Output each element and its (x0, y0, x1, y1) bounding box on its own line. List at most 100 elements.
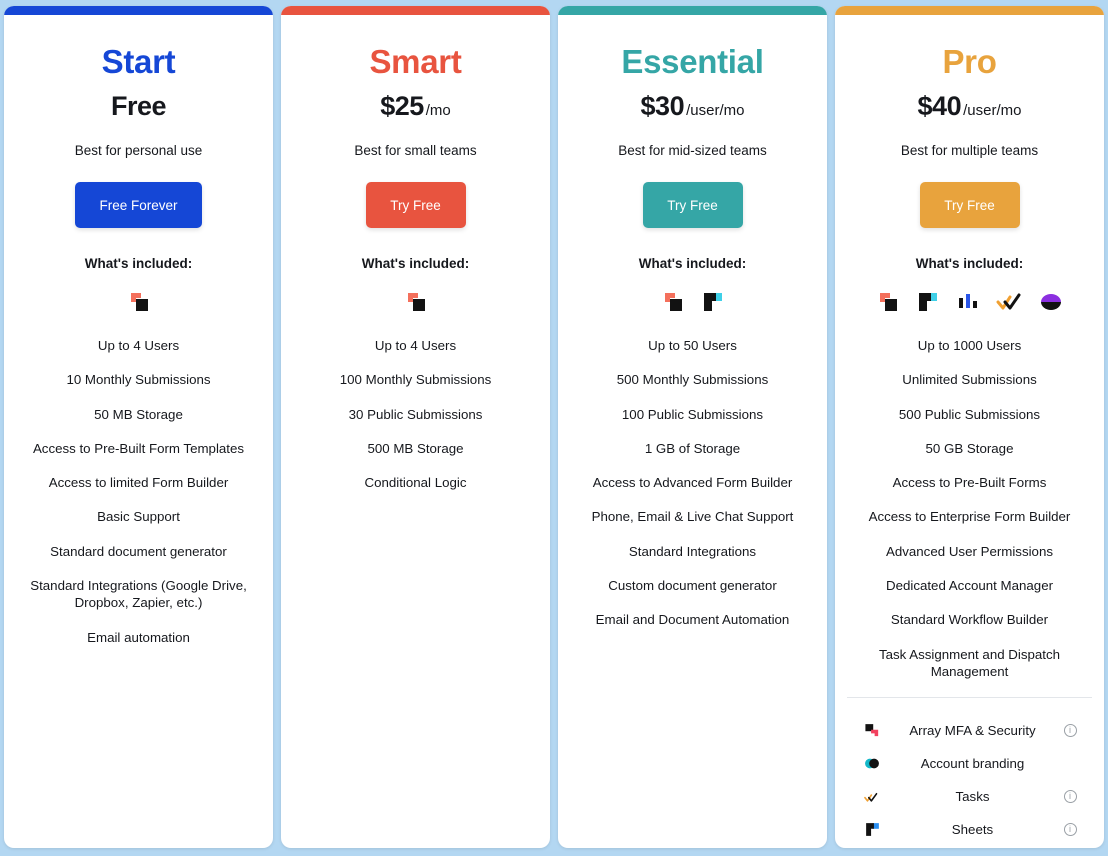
documents-icon (700, 289, 726, 315)
tasks-icon (995, 289, 1023, 315)
forms-icon (875, 289, 901, 315)
plan-feature-item: Email and Document Automation (595, 612, 790, 628)
plan-feature-item: Up to 4 Users (97, 338, 180, 353)
plan-feature-list: Up to 1000 Users Unlimited Submissions 500… (849, 337, 1090, 697)
plan-feature-item: Up to 4 Users (374, 338, 457, 353)
plan-cta-wrap: Try Free (849, 182, 1090, 228)
info-icon[interactable]: i (1063, 790, 1077, 804)
plan-feature-item: 100 Public Submissions (621, 406, 764, 422)
plan-feature-item: Phone, Email & Live Chat Support (591, 509, 794, 525)
addon-icon-cell (855, 755, 889, 772)
plan-feature-item: 10 Monthly Submissions (66, 372, 211, 388)
plan-card-start: Start Free Best for personal use Free Forev… (4, 6, 273, 848)
plan-feature-item: Custom document generator (608, 577, 777, 593)
plan-name: Essential (621, 43, 764, 80)
layout-spacer (295, 508, 536, 848)
addon-label: Sheets (951, 822, 994, 838)
addon-label: Array MFA & Security (909, 723, 1036, 739)
plan-price-amount: Free (110, 91, 167, 121)
plan-product-icons (572, 287, 813, 317)
whats-included-label: What's included: (638, 256, 747, 271)
plan-feature-list: Up to 4 Users 100 Monthly Submissions 30 P… (295, 337, 536, 508)
mfa-security-icon (864, 722, 881, 739)
plan-accent-bar (281, 6, 550, 15)
addon-info-cell: i (1056, 757, 1084, 770)
forms-icon (660, 289, 686, 315)
info-icon[interactable]: i (1063, 724, 1077, 738)
plan-accent-bar (558, 6, 827, 15)
plan-feature-item: 100 Monthly Submissions (339, 372, 492, 388)
plan-card-body: Start Free Best for personal use Free Forev… (4, 15, 273, 848)
layout-spacer (18, 663, 259, 848)
plan-cta-button-pro[interactable]: Try Free (919, 182, 1020, 228)
plan-price-period: /user/mo (963, 102, 1022, 119)
addon-row[interactable]: Array MFA & Security i (855, 714, 1084, 747)
plan-tagline: Best for personal use (74, 143, 203, 158)
addon-icon-cell (855, 722, 889, 739)
plan-price-amount: $30 (640, 91, 685, 121)
plan-feature-list: Up to 4 Users 10 Monthly Submissions 50 MB… (18, 337, 259, 663)
addon-label: Account branding (920, 756, 1025, 772)
plan-cta-button-start[interactable]: Free Forever (75, 182, 202, 228)
plan-cta-wrap: Try Free (572, 182, 813, 228)
plan-card-essential: Essential $30/user/mo Best for mid-sized t… (558, 6, 827, 848)
plan-price: Free (18, 91, 259, 122)
plan-product-icons (849, 287, 1090, 317)
plan-card-pro: Pro $40/user/mo Best for multiple teams Try… (835, 6, 1104, 848)
plan-feature-item: Standard Workflow Builder (890, 612, 1049, 628)
whats-included-label: What's included: (915, 256, 1024, 271)
layout-spacer (572, 646, 813, 848)
plan-tagline: Best for multiple teams (900, 143, 1039, 158)
branding-icon (1037, 289, 1065, 315)
pricing-plans-grid: Start Free Best for personal use Free Forev… (0, 0, 1108, 856)
plan-feature-item: 500 Monthly Submissions (616, 372, 769, 388)
plan-card-body: Smart $25/mo Best for small teams Try Free W… (281, 15, 550, 848)
plan-tagline: Best for mid-sized teams (618, 143, 767, 158)
plan-accent-bar (4, 6, 273, 15)
addon-row[interactable]: Sheets i (855, 813, 1084, 846)
addon-info-cell: i (1056, 823, 1084, 837)
plan-feature-item: Basic Support (97, 509, 180, 525)
plan-feature-item: 30 Public Submissions (348, 406, 483, 422)
forms-icon (403, 289, 429, 315)
plan-price-amount: $40 (917, 91, 962, 121)
plan-feature-item: 50 MB Storage (94, 406, 183, 422)
plan-feature-list: Up to 50 Users 500 Monthly Submissions 100… (572, 337, 813, 646)
addon-icon-cell (855, 789, 889, 805)
plan-feature-item: Advanced User Permissions (885, 543, 1054, 559)
plan-name: Pro (942, 43, 997, 80)
plan-name: Smart (369, 43, 462, 80)
plan-feature-item: 500 Public Submissions (898, 406, 1041, 422)
documents-icon (915, 289, 941, 315)
plan-feature-item: Up to 50 Users (648, 338, 737, 353)
addon-info-cell: i (1056, 724, 1084, 738)
addon-row[interactable]: Tasks i (855, 780, 1084, 813)
plan-price-period: /user/mo (686, 102, 745, 119)
addon-row[interactable]: Account branding i (855, 747, 1084, 780)
plan-cta-button-smart[interactable]: Try Free (365, 182, 466, 228)
plan-price-period: /mo (425, 102, 451, 119)
plan-feature-item: Access to Pre-Built Forms (892, 475, 1047, 491)
tables-icon (955, 289, 981, 315)
addon-icon-cell (855, 821, 889, 838)
plan-feature-item: Access to Pre-Built Form Templates (32, 440, 245, 456)
info-icon[interactable]: i (1063, 823, 1077, 837)
addon-info-cell: i (1056, 790, 1084, 804)
plan-card-body: Pro $40/user/mo Best for multiple teams Try… (835, 15, 1104, 848)
plan-feature-item: Standard Integrations (628, 543, 757, 559)
plan-feature-item: Task Assignment and Dispatch Management (878, 646, 1061, 679)
plan-feature-item: Standard Integrations (Google Drive, Dro… (30, 577, 247, 611)
plan-card-smart: Smart $25/mo Best for small teams Try Free W… (281, 6, 550, 848)
plan-price: $25/mo (295, 91, 536, 122)
plan-price: $40/user/mo (849, 91, 1090, 122)
forms-icon (126, 289, 152, 315)
plan-feature-item: 1 GB of Storage (644, 440, 741, 456)
plan-cta-wrap: Free Forever (18, 182, 259, 228)
plan-feature-item: Access to limited Form Builder (48, 475, 229, 491)
addon-label: Tasks (955, 789, 990, 805)
plan-feature-item: Standard document generator (50, 543, 227, 559)
sheets-icon (864, 821, 881, 838)
plan-cta-button-essential[interactable]: Try Free (642, 182, 743, 228)
plan-feature-item: Up to 1000 Users (917, 338, 1022, 353)
tasks-check-icon (863, 789, 881, 805)
